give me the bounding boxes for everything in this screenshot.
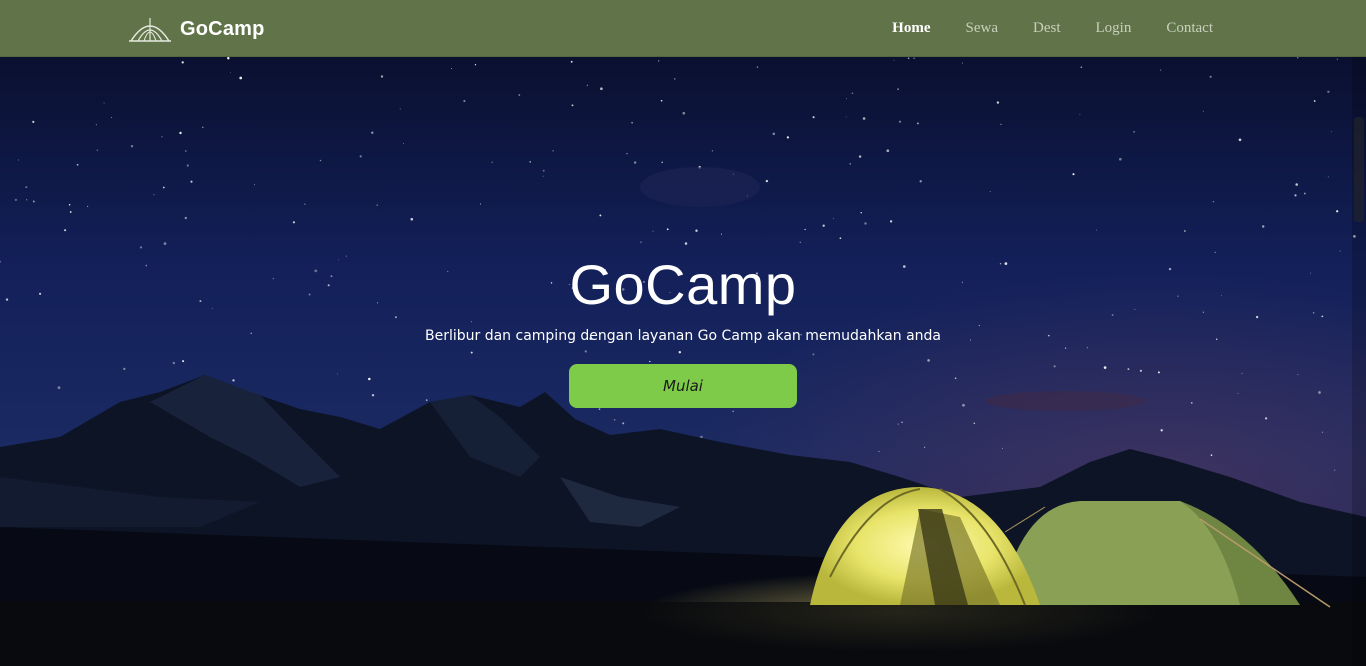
tent-icon <box>129 18 171 42</box>
nav-link-login[interactable]: Login <box>1096 20 1132 37</box>
nav-link-sewa[interactable]: Sewa <box>966 20 999 37</box>
nav-links: Home Sewa Dest Login Contact <box>857 0 1213 57</box>
hero-title: GoCamp <box>569 253 797 316</box>
mulai-button[interactable]: Mulai <box>569 364 797 408</box>
scrollbar[interactable] <box>1352 57 1366 666</box>
nav-link-contact[interactable]: Contact <box>1166 20 1213 37</box>
hero-content: GoCamp Berlibur dan camping dengan layan… <box>0 57 1366 666</box>
brand-name: GoCamp <box>180 17 265 40</box>
hero-section: GoCamp Berlibur dan camping dengan layan… <box>0 57 1366 666</box>
nav-link-home[interactable]: Home <box>892 20 930 37</box>
navbar: GoCamp Home Sewa Dest Login Contact <box>0 0 1366 57</box>
hero-subtitle: Berlibur dan camping dengan layanan Go C… <box>425 328 941 344</box>
scrollbar-thumb[interactable] <box>1354 117 1364 222</box>
nav-link-dest[interactable]: Dest <box>1033 20 1061 37</box>
brand[interactable]: GoCamp <box>129 14 265 44</box>
